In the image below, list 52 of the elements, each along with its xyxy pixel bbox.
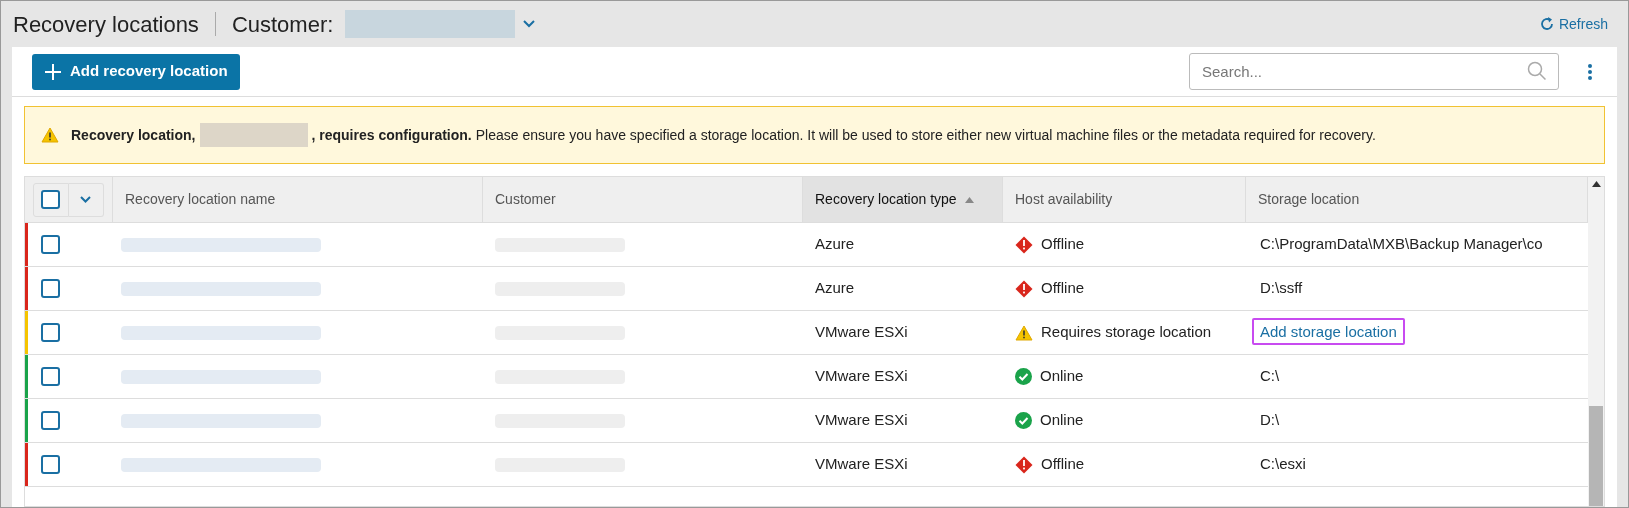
search-icon [1527, 61, 1547, 81]
column-header[interactable]: Recovery location type [803, 177, 1003, 222]
table-cell: Azure [815, 279, 855, 297]
refresh-button[interactable]: Refresh [1538, 13, 1608, 35]
caret-icon [523, 20, 536, 28]
search-field[interactable]: Search... [1189, 53, 1559, 90]
table-cell-text: Online [1040, 410, 1084, 431]
banner-text: , requires configuration. [311, 125, 472, 145]
table-cell-text: D:\ssff [1259, 279, 1304, 297]
checkbox[interactable] [41, 367, 60, 386]
checkbox[interactable] [41, 190, 61, 209]
table-cell: VMware ESXi [815, 323, 908, 341]
table-cell-text: Requires storage location [1041, 322, 1212, 343]
table-cell: VMware ESXi [815, 455, 908, 473]
caret-icon [80, 196, 92, 203]
table-cell: VMware ESXi [815, 411, 908, 429]
table-cell-text: D:\ [1259, 411, 1281, 429]
column-header[interactable]: Host availability [1003, 177, 1246, 222]
sort-ascending-icon [964, 196, 974, 203]
banner-text: Recovery location, [71, 125, 196, 145]
scroll-up-icon [1591, 181, 1601, 187]
scrollbar[interactable] [1588, 177, 1604, 506]
check-circle-icon [1015, 412, 1032, 429]
error-diamond-icon [1015, 235, 1033, 254]
table-cell: Azure [815, 235, 855, 253]
table-cell: VMware ESXi [815, 367, 908, 385]
banner-message: Please ensure you have specified a storage location. It will be used to store either new virtual machine files or the metadata required for recovery. [475, 125, 1376, 145]
warning-icon [41, 127, 59, 143]
table-cell-text: C:\esxi [1259, 455, 1307, 473]
warning-icon [1015, 324, 1033, 341]
table-cell-text: Offline [1041, 454, 1085, 475]
checkbox[interactable] [41, 235, 60, 254]
refresh-icon [1538, 16, 1555, 32]
table-cell-text: Offline [1041, 234, 1085, 255]
customer-label: Customer: [231, 10, 334, 39]
more-options-icon[interactable] [1587, 62, 1593, 81]
column-header[interactable]: Recovery location name [113, 177, 483, 222]
check-circle-icon [1015, 368, 1032, 385]
add-recovery-location-button[interactable]: Add recovery location [32, 53, 240, 90]
checkbox[interactable] [41, 323, 60, 342]
error-diamond-icon [1015, 279, 1033, 298]
table-cell-text: C:\ [1259, 367, 1281, 385]
table-cell-text: Offline [1041, 278, 1085, 299]
checkbox[interactable] [41, 455, 60, 474]
page-title: Recovery locations [13, 10, 199, 39]
checkbox[interactable] [41, 279, 60, 298]
checkbox[interactable] [41, 411, 60, 430]
table-cell-text: C:\ProgramData\MXB\Backup Manager\co [1259, 235, 1544, 253]
add-storage-location-link[interactable]: Add storage location [1252, 318, 1405, 346]
error-diamond-icon [1015, 455, 1033, 474]
table-cell-text: Online [1040, 366, 1084, 387]
plus-icon [44, 62, 62, 81]
